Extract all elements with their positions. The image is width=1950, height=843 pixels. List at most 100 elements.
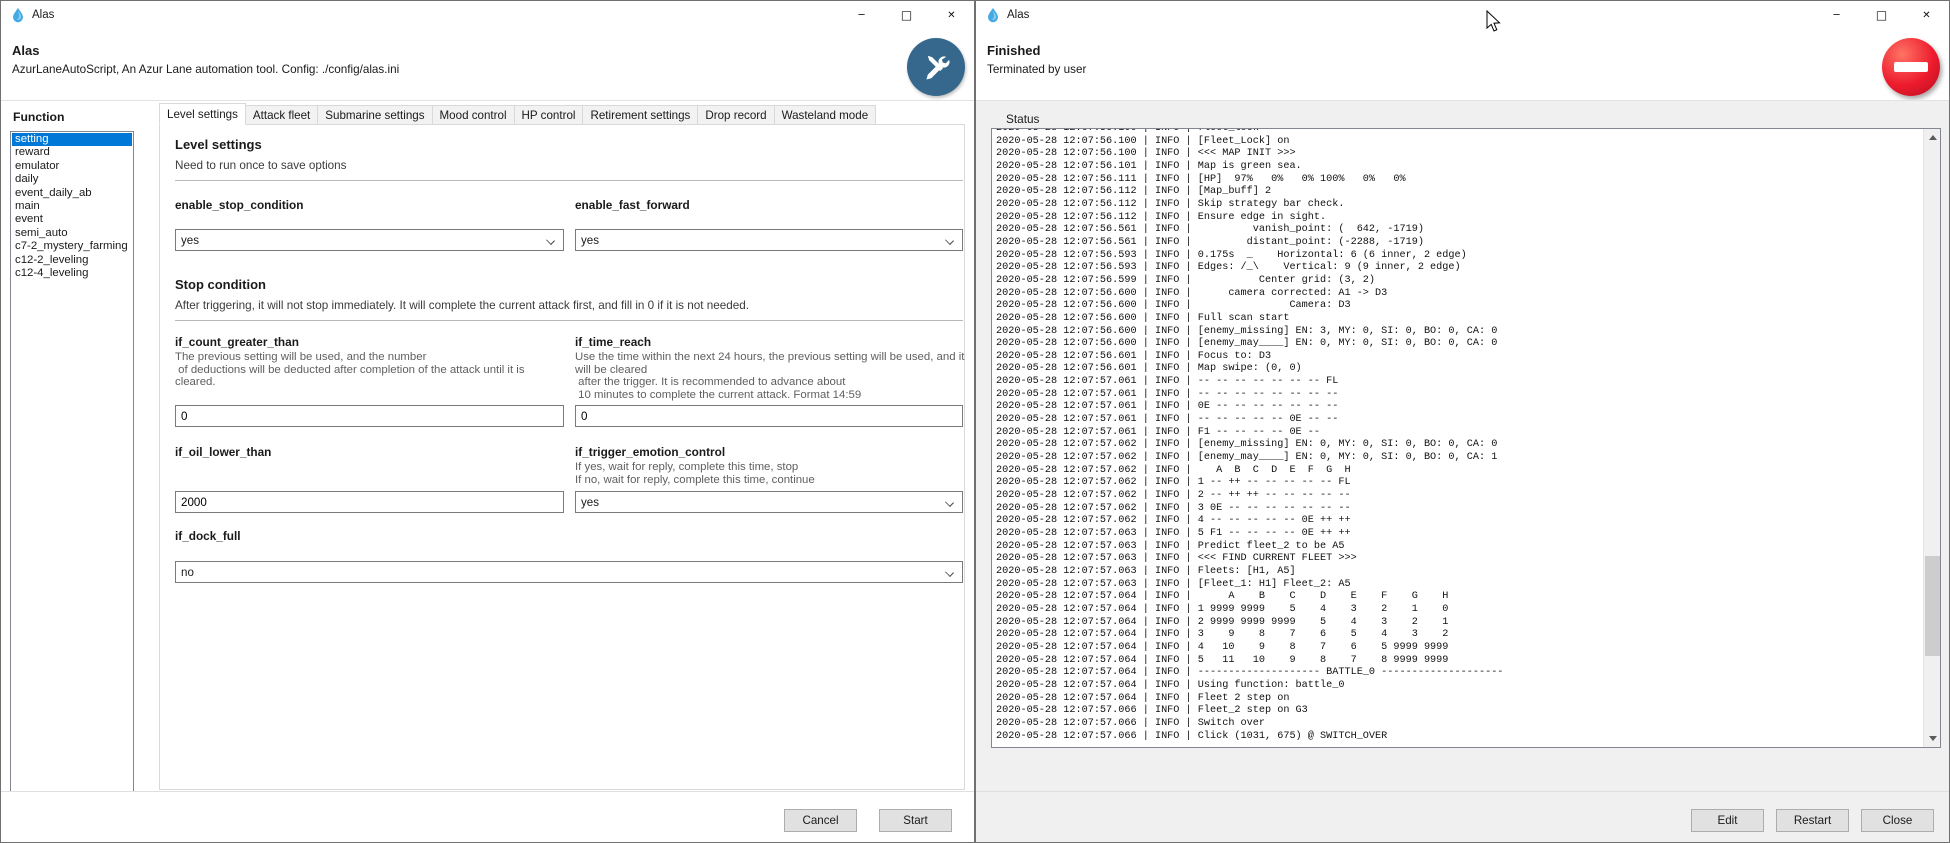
close-button[interactable]: ✕ <box>929 1 974 29</box>
tab-panel <box>159 124 965 790</box>
if-trigger-emotion-control-select[interactable]: yes <box>575 491 963 513</box>
settings-tab[interactable]: Attack fleet <box>246 105 318 125</box>
function-list-item[interactable]: reward <box>12 146 132 159</box>
label-if-dock-full: if_dock_full <box>175 529 241 543</box>
log-line: 2020-05-28 12:07:56.601 | INFO | Focus t… <box>996 351 1922 364</box>
function-list-item[interactable]: event <box>12 213 132 226</box>
alas-app-icon <box>985 7 1001 23</box>
scroll-down-icon[interactable] <box>1924 730 1941 747</box>
status-group-label: Status <box>1006 112 1039 126</box>
close-button[interactable]: ✕ <box>1904 1 1949 29</box>
maximize-button[interactable]: □ <box>884 1 929 29</box>
enable-stop-condition-select[interactable]: yes <box>175 229 564 251</box>
chevron-down-icon <box>546 236 555 245</box>
edit-button[interactable]: Edit <box>1691 809 1764 832</box>
log-line: 2020-05-28 12:07:57.062 | INFO | 1 -- ++… <box>996 477 1922 490</box>
log-line: 2020-05-28 12:07:57.063 | INFO | <<< FIN… <box>996 553 1922 566</box>
function-list-item[interactable]: daily <box>12 173 132 186</box>
log-line: 2020-05-28 12:07:56.600 | INFO | camera … <box>996 288 1922 301</box>
cancel-button[interactable]: Cancel <box>784 809 857 832</box>
field-help-line: 10 minutes to complete the current attac… <box>575 389 967 402</box>
if-oil-lower-than-input[interactable] <box>175 491 564 513</box>
settings-tab[interactable]: Drop record <box>698 105 774 125</box>
group-title-level-settings: Level settings <box>175 137 262 152</box>
scroll-up-icon[interactable] <box>1924 129 1941 146</box>
function-list-item[interactable]: setting <box>12 133 132 146</box>
stopped-indicator-icon <box>1882 38 1940 96</box>
log-line: 2020-05-28 12:07:56.600 | INFO | Camera:… <box>996 300 1922 313</box>
status-subtitle: Terminated by user <box>987 63 1086 76</box>
minimize-button[interactable]: ─ <box>839 1 884 29</box>
group-subtitle-level-settings: Need to run once to save options <box>175 159 347 172</box>
log-line: 2020-05-28 12:07:56.599 | INFO | Center … <box>996 275 1922 288</box>
selected-value: yes <box>581 496 599 509</box>
field-help-line: The previous setting will be used, and t… <box>175 351 567 364</box>
label-if-trigger-emotion-control: if_trigger_emotion_control <box>575 445 725 459</box>
log-line: 2020-05-28 12:07:57.062 | INFO | 4 -- --… <box>996 515 1922 528</box>
alas-log-window: Alas ─ □ ✕ Finished Terminated by user S… <box>975 0 1950 843</box>
log-line: 2020-05-28 12:07:56.600 | INFO | [enemy_… <box>996 338 1922 351</box>
log-line: 2020-05-28 12:07:57.064 | INFO | 2 9999 … <box>996 617 1922 630</box>
settings-tab[interactable]: Retirement settings <box>583 105 698 125</box>
settings-tabstrip[interactable]: Level settingsAttack fleetSubmarine sett… <box>159 103 876 125</box>
field-help-line: after the trigger. It is recommended to … <box>575 376 967 389</box>
if-dock-full-select[interactable]: no <box>175 561 963 583</box>
log-line: 2020-05-28 12:07:57.062 | INFO | 3 0E --… <box>996 503 1922 516</box>
alas-config-window: Alas ─ □ ✕ Alas AzurLaneAutoScript, An A… <box>0 0 975 843</box>
page-title: Alas <box>12 43 39 58</box>
label-enable-stop-condition: enable_stop_condition <box>175 198 303 212</box>
function-list-item[interactable]: emulator <box>12 160 132 173</box>
function-list-item[interactable]: main <box>12 200 132 213</box>
log-output[interactable]: 2020-05-28 12:07:56.100 | INFO | fleet_l… <box>991 128 1941 748</box>
alas-app-icon <box>10 7 26 23</box>
log-line: 2020-05-28 12:07:57.064 | INFO | 5 11 10… <box>996 655 1922 668</box>
chevron-down-icon <box>945 568 954 577</box>
log-line: 2020-05-28 12:07:57.063 | INFO | 5 F1 --… <box>996 528 1922 541</box>
log-line: 2020-05-28 12:07:56.600 | INFO | [enemy_… <box>996 326 1922 339</box>
chevron-down-icon <box>945 498 954 507</box>
function-list-item[interactable]: c12-4_leveling <box>12 267 132 280</box>
log-line: 2020-05-28 12:07:56.112 | INFO | Skip st… <box>996 199 1922 212</box>
log-line: 2020-05-28 12:07:57.066 | INFO | Switch … <box>996 718 1922 731</box>
status-title: Finished <box>987 43 1040 58</box>
enable-fast-forward-select[interactable]: yes <box>575 229 963 251</box>
if-count-greater-than-input[interactable] <box>175 405 564 427</box>
minimize-button[interactable]: ─ <box>1814 1 1859 29</box>
settings-tab[interactable]: Level settings <box>159 103 246 125</box>
status-panel: Status 2020-05-28 12:07:56.100 | INFO | … <box>976 101 1949 791</box>
function-list-item[interactable]: event_daily_ab <box>12 187 132 200</box>
log-line: 2020-05-28 12:07:56.100 | INFO | <<< MAP… <box>996 148 1922 161</box>
field-help-line: If no, wait for reply, complete this tim… <box>575 474 967 487</box>
close-log-button[interactable]: Close <box>1861 809 1934 832</box>
selected-value: yes <box>181 234 199 247</box>
function-list-item[interactable]: c7-2_mystery_farming <box>12 240 132 253</box>
titlebar[interactable]: Alas ─ □ ✕ <box>976 1 1949 29</box>
settings-tab[interactable]: Submarine settings <box>318 105 432 125</box>
function-list-item[interactable]: c12-2_leveling <box>12 254 132 267</box>
log-scrollbar[interactable] <box>1923 129 1940 747</box>
log-line: 2020-05-28 12:07:57.064 | INFO | A B C D… <box>996 591 1922 604</box>
log-line: 2020-05-28 12:07:56.561 | INFO | distant… <box>996 237 1922 250</box>
restart-button[interactable]: Restart <box>1776 809 1849 832</box>
settings-tab[interactable]: Wasteland mode <box>775 105 877 125</box>
alas-tools-logo <box>907 38 965 96</box>
label-if-time-reach: if_time_reach <box>575 335 651 349</box>
settings-tab[interactable]: HP control <box>515 105 584 125</box>
selected-value: yes <box>581 234 599 247</box>
log-line: 2020-05-28 12:07:57.063 | INFO | [Fleet_… <box>996 579 1922 592</box>
scrollbar-thumb[interactable] <box>1925 556 1940 656</box>
log-line: 2020-05-28 12:07:57.061 | INFO | 0E -- -… <box>996 401 1922 414</box>
maximize-button[interactable]: □ <box>1859 1 1904 29</box>
titlebar[interactable]: Alas ─ □ ✕ <box>1 1 974 29</box>
divider <box>175 180 963 181</box>
if-time-reach-input[interactable] <box>575 405 963 427</box>
log-line: 2020-05-28 12:07:57.064 | INFO | 3 9 8 7… <box>996 629 1922 642</box>
log-line: 2020-05-28 12:07:57.066 | INFO | Click (… <box>996 731 1922 744</box>
function-list-item[interactable]: semi_auto <box>12 227 132 240</box>
log-line: 2020-05-28 12:07:56.111 | INFO | [HP] 97… <box>996 174 1922 187</box>
log-line: 2020-05-28 12:07:57.062 | INFO | A B C D… <box>996 465 1922 478</box>
function-list[interactable]: settingrewardemulatordailyevent_daily_ab… <box>10 131 134 793</box>
settings-tab[interactable]: Mood control <box>433 105 515 125</box>
start-button[interactable]: Start <box>879 809 952 832</box>
log-line: 2020-05-28 12:07:56.100 | INFO | [Fleet_… <box>996 136 1922 149</box>
